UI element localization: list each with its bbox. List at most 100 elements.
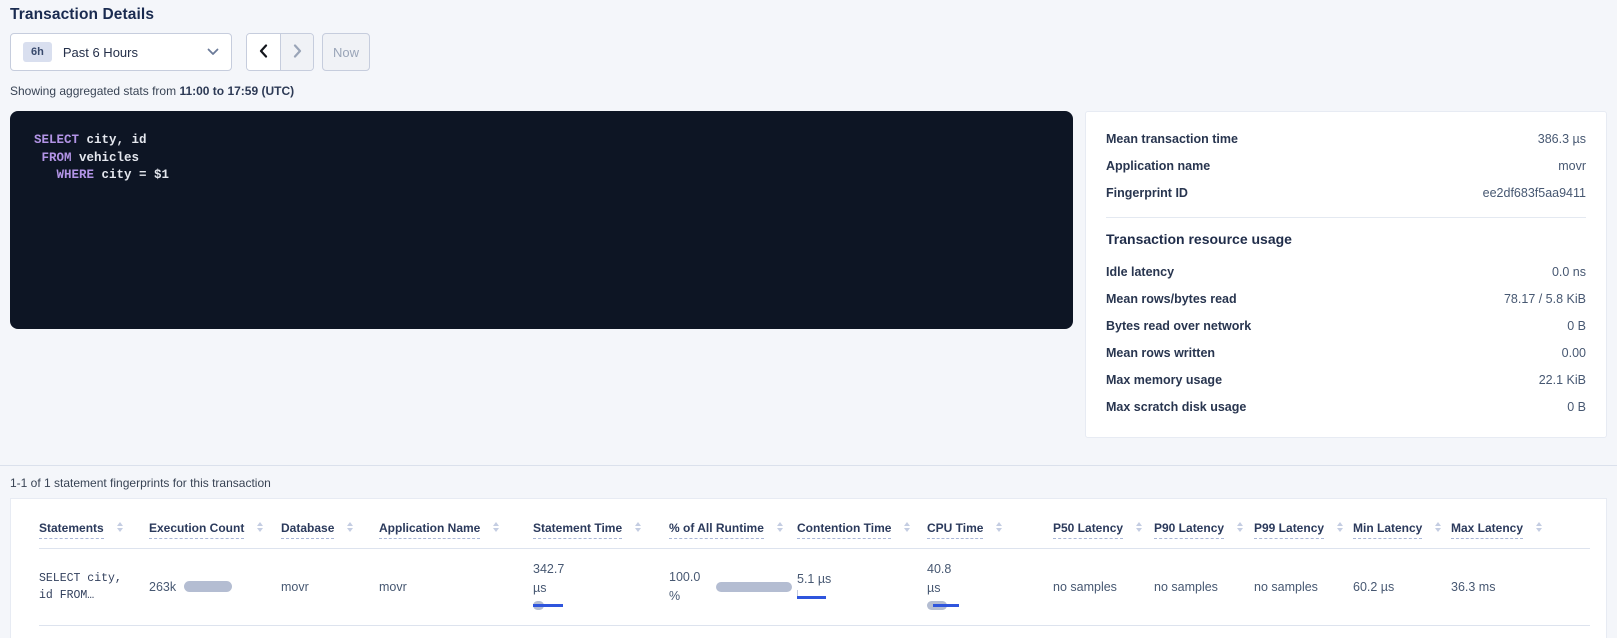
time-range-label: Past 6 Hours	[63, 45, 138, 60]
caption-prefix: Showing aggregated stats from	[10, 84, 179, 98]
now-button[interactable]: Now	[322, 33, 370, 71]
sort-icon[interactable]	[777, 522, 783, 532]
sort-icon[interactable]	[1536, 522, 1542, 532]
main-content: SELECT city, id FROM vehicles WHERE city…	[10, 111, 1607, 438]
sort-icon[interactable]	[1337, 522, 1343, 532]
contention-time-value: 5.1 µs	[797, 572, 927, 586]
summary-value: 0 B	[1567, 319, 1586, 333]
section-divider	[0, 465, 1617, 466]
cpu-time-value: 40.8	[927, 562, 1053, 577]
summary-label: Max memory usage	[1106, 373, 1222, 387]
summary-value: 78.17 / 5.8 KiB	[1504, 292, 1586, 306]
statement-time-value: 342.7	[533, 562, 669, 577]
sql-statement-box: SELECT city, id FROM vehicles WHERE city…	[10, 111, 1073, 329]
column-header-runtime-pct[interactable]: % of All Runtime	[669, 521, 797, 539]
summary-row: Mean rows written 0.00	[1106, 339, 1586, 366]
summary-value: movr	[1558, 159, 1586, 173]
cpu-time-unit: µs	[927, 581, 1053, 596]
sort-icon[interactable]	[347, 522, 353, 532]
statements-table: Statements Execution Count Database Appl…	[10, 498, 1607, 638]
summary-divider	[1106, 217, 1586, 218]
column-header-max-latency[interactable]: Max Latency	[1451, 521, 1590, 539]
summary-row: Application name movr	[1106, 152, 1586, 179]
chevron-left-icon	[259, 44, 268, 61]
max-latency-cell: 36.3 ms	[1451, 580, 1590, 594]
transaction-details-page: Transaction Details 6h Past 6 Hours	[0, 0, 1617, 638]
column-header-min-latency[interactable]: Min Latency	[1353, 521, 1451, 539]
summary-label: Max scratch disk usage	[1106, 400, 1246, 414]
column-header-statements[interactable]: Statements	[39, 521, 149, 539]
sort-icon[interactable]	[1435, 522, 1441, 532]
summary-label: Application name	[1106, 159, 1210, 173]
chevron-down-icon	[207, 48, 219, 56]
execution-count-bar	[184, 581, 232, 592]
execution-count-cell: 263k	[149, 580, 281, 594]
sql-indent	[34, 151, 42, 165]
summary-label: Mean rows/bytes read	[1106, 292, 1237, 306]
summary-row: Max scratch disk usage 0 B	[1106, 393, 1586, 420]
contention-time-bar	[797, 590, 837, 601]
statements-table-header: Statements Execution Count Database Appl…	[39, 521, 1590, 549]
summary-row: Mean rows/bytes read 78.17 / 5.8 KiB	[1106, 285, 1586, 312]
next-interval-button[interactable]	[280, 34, 313, 70]
page-title: Transaction Details	[10, 6, 1607, 24]
sql-line: FROM vehicles	[34, 150, 1049, 168]
sort-icon[interactable]	[117, 522, 123, 532]
column-header-statement-time[interactable]: Statement Time	[533, 521, 669, 539]
summary-row: Idle latency 0.0 ns	[1106, 258, 1586, 285]
prev-interval-button[interactable]	[247, 34, 280, 70]
interval-nav-group	[246, 33, 314, 71]
summary-value: 386.3 µs	[1538, 132, 1586, 146]
column-header-application-name[interactable]: Application Name	[379, 521, 533, 539]
min-latency-cell: 60.2 µs	[1353, 580, 1451, 594]
caption-time-range: 11:00 to 17:59 (UTC)	[179, 84, 294, 98]
p90-latency-cell: no samples	[1154, 580, 1254, 594]
sql-indent	[34, 168, 57, 182]
contention-time-cell: 5.1 µs	[797, 572, 927, 601]
summary-label: Mean transaction time	[1106, 132, 1238, 146]
summary-label: Mean rows written	[1106, 346, 1215, 360]
sort-icon[interactable]	[635, 522, 641, 532]
summary-label: Idle latency	[1106, 265, 1174, 279]
sql-keyword: WHERE	[57, 168, 95, 182]
application-name-cell: movr	[379, 580, 533, 594]
statement-time-bar	[533, 601, 593, 611]
sort-icon[interactable]	[904, 522, 910, 532]
execution-count-value: 263k	[149, 580, 176, 594]
runtime-pct-unit: %	[669, 589, 700, 604]
p50-latency-cell: no samples	[1053, 580, 1154, 594]
sort-icon[interactable]	[257, 522, 263, 532]
sort-icon[interactable]	[1136, 522, 1142, 532]
statement-time-unit: µs	[533, 581, 669, 596]
column-header-cpu-time[interactable]: CPU Time	[927, 521, 1053, 539]
column-header-database[interactable]: Database	[281, 521, 379, 539]
sort-icon[interactable]	[1237, 522, 1243, 532]
sort-icon[interactable]	[996, 522, 1002, 532]
statement-time-cell: 342.7 µs	[533, 562, 669, 611]
cpu-time-cell: 40.8 µs	[927, 562, 1053, 611]
database-cell: movr	[281, 580, 379, 594]
summary-row: Mean transaction time 386.3 µs	[1106, 125, 1586, 152]
runtime-pct-value: 100.0	[669, 570, 700, 585]
sql-text: vehicles	[72, 151, 140, 165]
runtime-pct-bar	[716, 582, 792, 592]
sql-line: WHERE city = $1	[34, 167, 1049, 185]
table-row: SELECT city,id FROM… 263k movr movr 342.…	[39, 549, 1590, 626]
aggregated-stats-caption: Showing aggregated stats from 11:00 to 1…	[10, 84, 1607, 98]
resource-usage-heading: Transaction resource usage	[1106, 231, 1586, 247]
column-header-contention-time[interactable]: Contention Time	[797, 521, 927, 539]
column-header-p50-latency[interactable]: P50 Latency	[1053, 521, 1154, 539]
sql-keyword: FROM	[42, 151, 72, 165]
summary-value: 0 B	[1567, 400, 1586, 414]
column-header-p99-latency[interactable]: P99 Latency	[1254, 521, 1353, 539]
transaction-summary-panel: Mean transaction time 386.3 µs Applicati…	[1085, 111, 1607, 438]
column-header-p90-latency[interactable]: P90 Latency	[1154, 521, 1254, 539]
runtime-pct-cell: 100.0 %	[669, 570, 797, 604]
time-range-picker[interactable]: 6h Past 6 Hours	[10, 33, 232, 71]
cpu-time-bar	[927, 601, 987, 611]
time-range-badge: 6h	[23, 42, 52, 62]
statement-link[interactable]: SELECT city,id FROM…	[39, 570, 149, 604]
sort-icon[interactable]	[493, 522, 499, 532]
column-header-execution-count[interactable]: Execution Count	[149, 521, 281, 539]
time-controls: 6h Past 6 Hours Now	[10, 33, 1607, 71]
